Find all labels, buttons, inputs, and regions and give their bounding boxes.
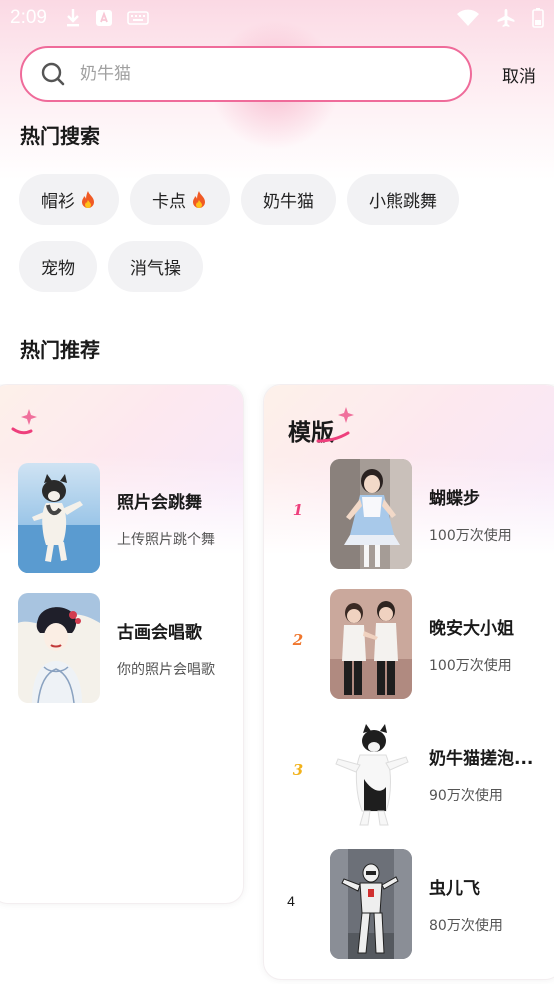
thumb-girl-lolita-dress <box>330 459 412 569</box>
chip-label: 消气操 <box>130 259 181 279</box>
item-title: 古画会唱歌 <box>117 622 202 643</box>
chip-label: 卡点 <box>152 192 186 212</box>
chip-label: 帽衫 <box>41 192 75 212</box>
search-box[interactable] <box>20 46 472 102</box>
sparkle-icon <box>21 409 37 425</box>
template-item[interactable]: 奶牛猫搓泡... 90万次使用 <box>330 719 533 829</box>
hot-search-chips: 帽衫 卡点 奶牛猫 小熊跳舞 宠物 消气操 <box>19 174 539 292</box>
thumb-cow-cat <box>330 719 412 829</box>
chip-hoodie[interactable]: 帽衫 <box>19 174 119 225</box>
fire-icon <box>193 190 205 208</box>
rank-badge: 2 <box>292 631 304 649</box>
battery-icon <box>532 8 544 28</box>
chip-label: 小熊跳舞 <box>369 192 437 212</box>
feature-item[interactable]: 照片会跳舞 上传照片跳个舞 <box>18 463 215 573</box>
chip-beat[interactable]: 卡点 <box>130 174 230 225</box>
rank-badge: 1 <box>292 501 304 519</box>
thumb-two-boys-dancing <box>330 589 412 699</box>
thumb-ancient-painting <box>18 593 100 703</box>
item-title: 照片会跳舞 <box>117 492 202 513</box>
item-subtitle: 上传照片跳个舞 <box>117 531 215 548</box>
chip-label: 奶牛猫 <box>263 192 314 212</box>
hot-search-title: 热门搜索 <box>20 124 100 148</box>
feature-item[interactable]: 古画会唱歌 你的照片会唱歌 <box>18 593 215 703</box>
recommend-card-templates[interactable]: 模版 1 蝴蝶步 100万次使用 2 晚安大小姐 100万次使用 3 奶牛猫搓泡… <box>263 384 554 980</box>
thumb-robot <box>330 849 412 959</box>
chip-pet[interactable]: 宠物 <box>19 241 97 292</box>
chip-bear-dance[interactable]: 小熊跳舞 <box>347 174 459 225</box>
chip-label: 宠物 <box>41 259 75 279</box>
underline-swoosh <box>11 427 33 435</box>
hot-recommend-title: 热门推荐 <box>20 338 100 362</box>
item-title: 蝴蝶步 <box>429 488 480 509</box>
search-input[interactable] <box>80 64 440 84</box>
item-subtitle: 80万次使用 <box>429 917 503 934</box>
status-time: 2:09 <box>10 7 47 28</box>
underline-swoosh <box>316 431 350 443</box>
item-title: 奶牛猫搓泡... <box>429 748 534 769</box>
cancel-button[interactable]: 取消 <box>502 62 540 87</box>
airplane-icon <box>496 8 516 28</box>
search-row: 取消 <box>20 46 540 102</box>
recommend-carousel[interactable]: 照片会跳舞 上传照片跳个舞 古画会唱歌 你的照片会唱歌 模版 1 蝴蝶步 100… <box>0 384 554 984</box>
fire-icon <box>82 190 94 208</box>
item-subtitle: 100万次使用 <box>429 657 512 674</box>
item-subtitle: 你的照片会唱歌 <box>117 661 215 678</box>
thumb-dancing-cat <box>18 463 100 573</box>
template-item[interactable]: 晚安大小姐 100万次使用 <box>330 589 514 699</box>
item-title: 虫儿飞 <box>429 878 480 899</box>
status-bar: 2:09 <box>0 0 554 36</box>
rank-badge: 3 <box>292 761 304 779</box>
template-item[interactable]: 蝴蝶步 100万次使用 <box>330 459 512 569</box>
recommend-card-features[interactable]: 照片会跳舞 上传照片跳个舞 古画会唱歌 你的照片会唱歌 <box>0 384 244 904</box>
template-item[interactable]: 虫儿飞 80万次使用 <box>330 849 503 959</box>
sparkle-icon <box>338 407 354 423</box>
item-subtitle: 90万次使用 <box>429 787 503 804</box>
item-title: 晚安大小姐 <box>429 618 514 639</box>
chip-calm-exercise[interactable]: 消气操 <box>108 241 203 292</box>
wifi-icon <box>456 9 480 27</box>
app-store-icon <box>95 9 113 27</box>
keyboard-icon <box>127 11 149 25</box>
search-icon <box>41 62 65 86</box>
item-subtitle: 100万次使用 <box>429 527 512 544</box>
download-icon <box>65 8 81 28</box>
chip-cow-cat[interactable]: 奶牛猫 <box>241 174 336 225</box>
rank-badge: 4 <box>287 893 295 909</box>
